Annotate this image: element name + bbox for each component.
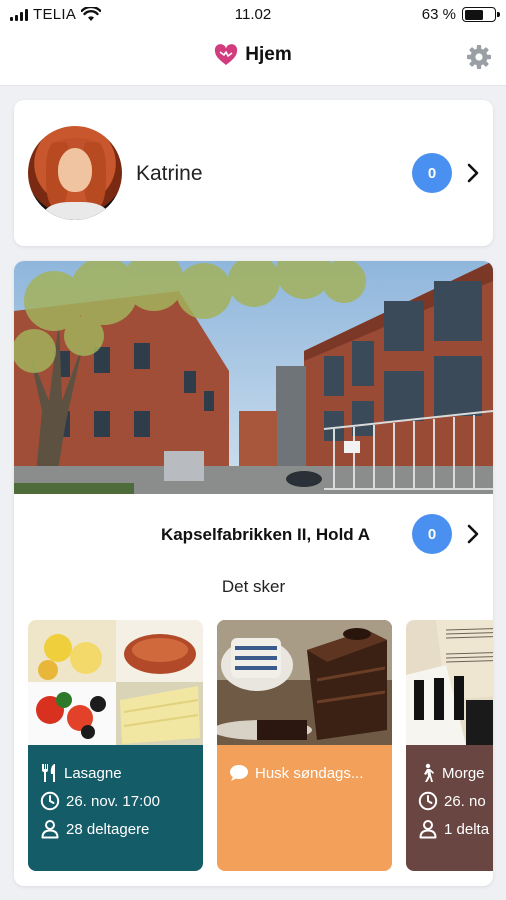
event-info: Lasagne 26. nov. 17:00 28 deltagere	[28, 745, 203, 871]
gear-icon[interactable]	[466, 44, 492, 70]
group-card: Kapselfabrikken II, Hold A 0 Det sker La…	[14, 261, 493, 886]
person-icon	[41, 820, 59, 839]
clock-icon	[40, 791, 60, 811]
event-participants: 1 delta	[444, 820, 490, 838]
profile-notification-badge: 0	[412, 153, 452, 193]
event-time: 26. nov. 17:00	[66, 792, 160, 810]
profile-card[interactable]: Katrine 0	[14, 100, 493, 246]
status-bar: TELIA 11.02 63 %	[0, 0, 506, 30]
heart-icon	[215, 44, 238, 65]
event-participants-row: 1 delta	[418, 815, 493, 843]
event-photo-piano	[406, 620, 493, 745]
chat-icon	[230, 765, 248, 781]
walking-icon	[424, 763, 434, 782]
status-right: 63 %	[421, 6, 500, 23]
nav-title-wrap: Hjem	[0, 44, 506, 66]
battery-fill	[464, 9, 483, 20]
cutlery-icon	[42, 764, 55, 782]
nav-bar: Hjem	[0, 30, 506, 86]
event-info: Husk søndags...	[217, 745, 392, 871]
events-carousel[interactable]: Lasagne 26. nov. 17:00 28 deltagere Husk…	[28, 620, 493, 872]
event-card[interactable]: Lasagne 26. nov. 17:00 28 deltagere	[28, 620, 203, 871]
event-photo-cake	[217, 620, 392, 745]
event-title: Morge	[442, 764, 485, 782]
event-time: 26. no	[444, 792, 486, 810]
group-notification-badge: 0	[412, 514, 452, 554]
event-title: Lasagne	[64, 764, 122, 782]
battery-percent: 63 %	[421, 6, 456, 23]
page-title: Hjem	[245, 44, 292, 65]
event-title-row: Lasagne	[40, 759, 191, 787]
event-photo-food	[28, 620, 203, 745]
section-title: Det sker	[221, 577, 286, 596]
group-photo[interactable]	[14, 261, 493, 494]
person-icon	[419, 820, 437, 839]
avatar	[28, 126, 122, 220]
clock-icon	[418, 791, 438, 811]
event-title-row: Morge	[418, 759, 493, 787]
event-title: Husk søndags...	[255, 764, 364, 782]
event-card[interactable]: Husk søndags...	[217, 620, 392, 871]
event-card[interactable]: Morge 26. no 1 delta	[406, 620, 493, 871]
event-participants: 28 deltagere	[66, 820, 150, 838]
event-time-row: 26. nov. 17:00	[40, 787, 191, 815]
battery-icon	[462, 7, 500, 22]
event-time-row: 26. no	[418, 787, 493, 815]
event-participants-row: 28 deltagere	[40, 815, 191, 843]
chevron-right-icon[interactable]	[466, 524, 480, 544]
event-title-row: Husk søndags...	[229, 759, 380, 787]
event-info: Morge 26. no 1 delta	[406, 745, 493, 871]
profile-name: Katrine	[136, 162, 203, 185]
chevron-right-icon[interactable]	[466, 163, 480, 183]
